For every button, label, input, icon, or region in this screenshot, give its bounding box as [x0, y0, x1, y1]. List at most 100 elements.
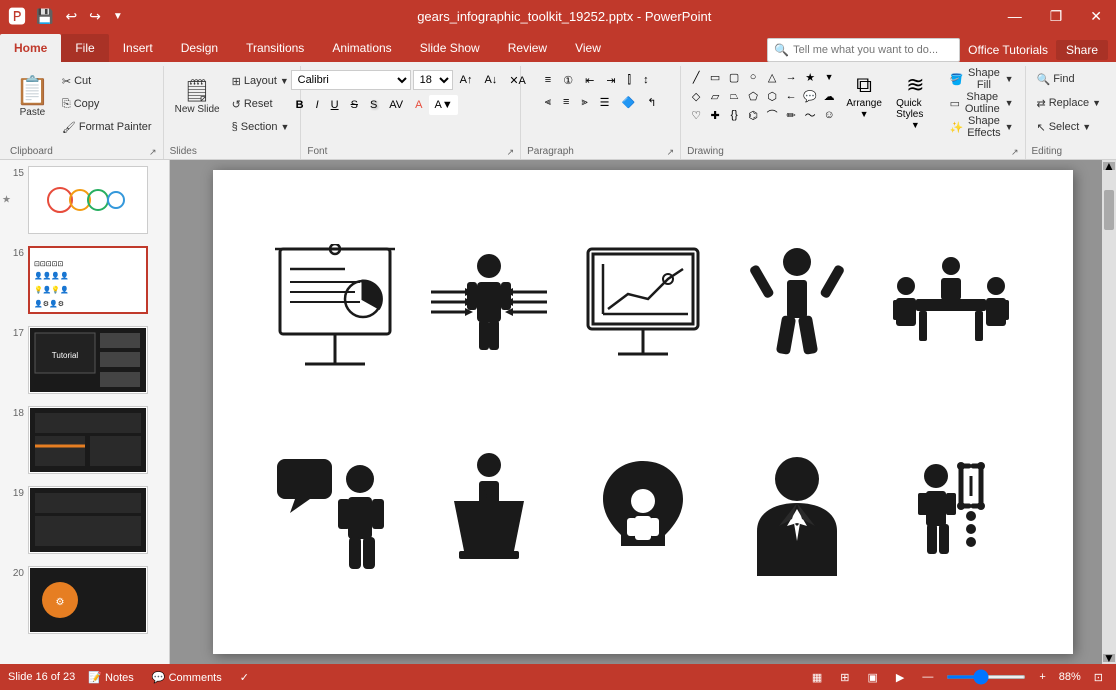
save-button[interactable]: 💾	[32, 6, 57, 27]
shape-parallelogram[interactable]: ▱	[706, 87, 724, 105]
justify-button[interactable]: ☰	[595, 92, 615, 112]
find-button[interactable]: 🔍 Find	[1032, 68, 1107, 90]
icon-screen-chart[interactable]	[571, 210, 715, 407]
shape-trapezoid[interactable]: ⏢	[725, 87, 743, 105]
view-slide-sorter-button[interactable]: ⊞	[835, 669, 854, 686]
align-left-button[interactable]: ⫷	[540, 92, 556, 112]
decrease-indent-button[interactable]: ⇤	[580, 70, 599, 90]
icon-presentation-board[interactable]	[263, 210, 407, 407]
minimize-button[interactable]: —	[1002, 6, 1028, 26]
shape-cloud[interactable]: ☁	[820, 87, 838, 105]
smart-art-button[interactable]: 🔷	[617, 92, 641, 112]
slide-thumb-19[interactable]	[28, 486, 148, 554]
scroll-thumb[interactable]	[1104, 190, 1114, 230]
section-button[interactable]: § Section ▼	[227, 116, 295, 138]
icon-presenter-arrows[interactable]	[417, 210, 561, 407]
slide-thumb-18[interactable]	[28, 406, 148, 474]
tab-slideshow[interactable]: Slide Show	[406, 34, 494, 62]
slideshow-button[interactable]: ▶	[891, 669, 909, 686]
bold-button[interactable]: B	[291, 95, 309, 115]
slide-item-20[interactable]: 20 ⚙	[0, 560, 169, 640]
tab-design[interactable]: Design	[167, 34, 232, 62]
underline-button[interactable]: U	[326, 95, 344, 115]
icon-person-settings[interactable]	[879, 417, 1023, 614]
format-painter-button[interactable]: 🖌 Format Painter	[57, 116, 157, 138]
icon-lightbulb-person[interactable]	[571, 417, 715, 614]
shape-curve[interactable]: ⌒	[763, 106, 781, 124]
drawing-expand-icon[interactable]: ↗	[1011, 147, 1019, 158]
shape-brace[interactable]: ⌬	[744, 106, 762, 124]
redo-button[interactable]: ↪	[85, 6, 105, 27]
cut-button[interactable]: ✂ Cut	[57, 70, 157, 92]
customize-qa-button[interactable]: ▼	[109, 9, 127, 24]
shape-arrow-l[interactable]: ←	[782, 87, 800, 105]
decrease-font-button[interactable]: A↓	[479, 70, 502, 90]
icon-person-speech[interactable]	[263, 417, 407, 614]
shape-freeform[interactable]: ✏	[782, 106, 800, 124]
tab-animations[interactable]: Animations	[318, 34, 405, 62]
icon-podium-speaker[interactable]	[417, 417, 561, 614]
slide-item-17[interactable]: 17 Tutorial	[0, 320, 169, 400]
select-button[interactable]: ↖ Select ▼	[1032, 116, 1107, 138]
slide-thumb-16[interactable]: ⊡⊡⊡⊡⊡ 👤👤👤👤 💡👤💡👤 👤⚙👤⚙	[28, 246, 148, 314]
bullets-button[interactable]: ≡	[540, 70, 556, 90]
increase-font-button[interactable]: A↑	[455, 70, 478, 90]
increase-indent-button[interactable]: ⇥	[601, 70, 620, 90]
para-direction-button[interactable]: ↰	[642, 92, 661, 112]
share-button[interactable]: Share	[1056, 40, 1108, 60]
italic-button[interactable]: I	[311, 95, 324, 115]
shape-star[interactable]: ★	[801, 68, 819, 86]
font-spacing-button[interactable]: AV	[384, 95, 408, 115]
shape-line[interactable]: ╱	[687, 68, 705, 86]
view-normal-button[interactable]: ▦	[807, 669, 827, 686]
shape-wave[interactable]: 〜	[801, 106, 819, 124]
icon-meeting-table[interactable]	[879, 210, 1023, 407]
shadow-button[interactable]: S	[365, 95, 382, 115]
search-input[interactable]	[793, 44, 953, 56]
zoom-in-button[interactable]: +	[1034, 669, 1050, 685]
icon-person-bust[interactable]	[725, 417, 869, 614]
font-expand-icon[interactable]: ↗	[507, 147, 515, 158]
undo-button[interactable]: ↩	[61, 6, 81, 27]
shape-effects-button[interactable]: ✨ Shape Effects ▼	[945, 116, 1019, 138]
shape-outline-button[interactable]: ▭ Shape Outline ▼	[945, 92, 1019, 114]
scroll-down-button[interactable]: ▼	[1103, 654, 1115, 662]
zoom-out-button[interactable]: —	[917, 669, 938, 685]
copy-button[interactable]: ⎘ Copy	[57, 93, 157, 115]
notes-button[interactable]: 📝 Notes	[83, 669, 139, 686]
slide-thumb-15[interactable]	[28, 166, 148, 234]
shape-diamond[interactable]: ◇	[687, 87, 705, 105]
slide-thumb-17[interactable]: Tutorial	[28, 326, 148, 394]
zoom-slider[interactable]	[946, 675, 1026, 679]
columns-button[interactable]: ⫿	[623, 70, 637, 90]
tab-view[interactable]: View	[561, 34, 615, 62]
shape-callout[interactable]: 💬	[801, 87, 819, 105]
highlight-button[interactable]: A▼	[429, 95, 457, 115]
reset-button[interactable]: ↺ Reset	[227, 93, 295, 115]
restore-button[interactable]: ❐	[1044, 6, 1069, 27]
tab-insert[interactable]: Insert	[109, 34, 167, 62]
shape-pentagon[interactable]: ⬠	[744, 87, 762, 105]
shape-hexagon[interactable]: ⬡	[763, 87, 781, 105]
shape-circle[interactable]: ○	[744, 68, 762, 86]
numbering-button[interactable]: ①	[558, 70, 578, 90]
shape-cross[interactable]: ✚	[706, 106, 724, 124]
tab-transitions[interactable]: Transitions	[232, 34, 318, 62]
replace-button[interactable]: ⇄ Replace ▼	[1032, 92, 1107, 114]
shapes-more[interactable]: ▼	[820, 68, 838, 86]
shape-rounded-rect[interactable]: ▢	[725, 68, 743, 86]
paragraph-expand-icon[interactable]: ↗	[667, 147, 675, 158]
tab-file[interactable]: File	[61, 34, 108, 62]
line-spacing-button[interactable]: ↕	[638, 70, 654, 90]
office-tutorials-link[interactable]: Office Tutorials	[968, 43, 1048, 57]
fit-window-button[interactable]: ⊡	[1089, 669, 1108, 686]
paste-button[interactable]: 📋 Paste	[10, 70, 55, 122]
shape-bracket[interactable]: {}	[725, 106, 743, 124]
font-size-select[interactable]: 18	[413, 70, 453, 90]
slide-item-18[interactable]: 18	[0, 400, 169, 480]
shape-smiley[interactable]: ☺	[820, 106, 838, 124]
comments-button[interactable]: 💬 Comments	[147, 669, 227, 686]
layout-button[interactable]: ⊞ Layout ▼	[227, 70, 295, 92]
canvas-scrollbar-y[interactable]: ▲ ▼	[1102, 160, 1116, 664]
slide-item-16[interactable]: 16 ⊡⊡⊡⊡⊡ 👤👤👤👤 💡👤💡👤 👤⚙👤⚙	[0, 240, 169, 320]
